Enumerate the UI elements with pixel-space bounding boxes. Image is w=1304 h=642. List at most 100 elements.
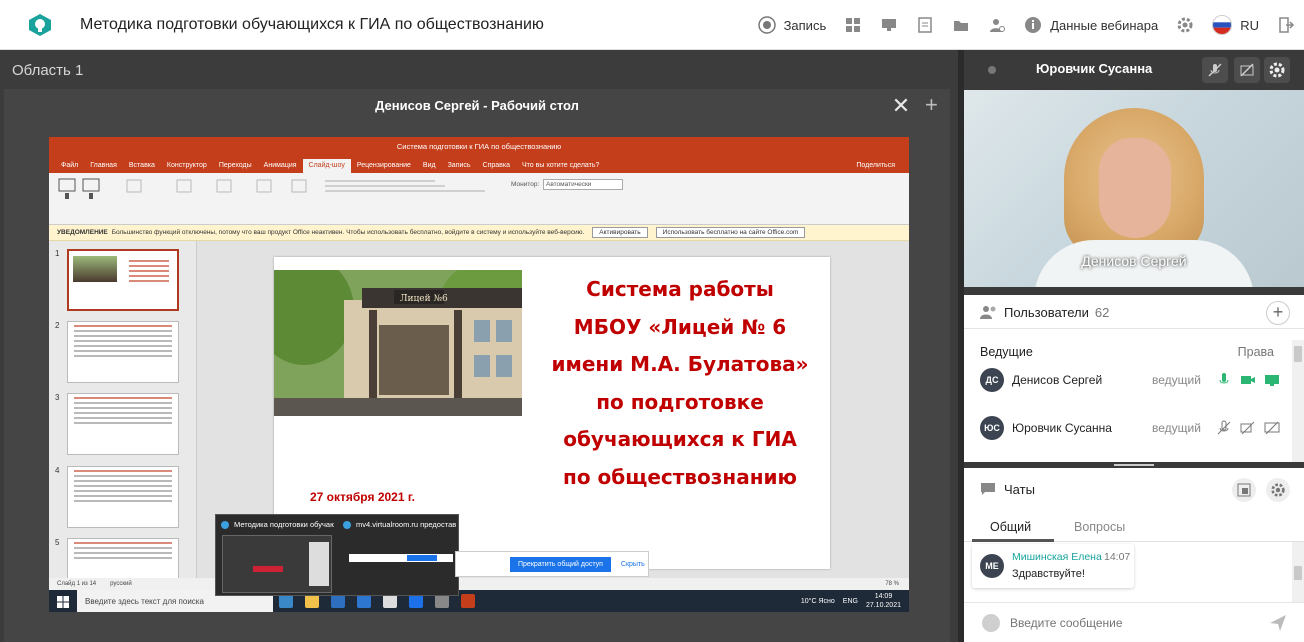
add-user-button[interactable]: + [1266,301,1290,325]
ribbon-group-setup [117,177,317,217]
user-row[interactable]: ДС Денисов Сергей ведущий [980,366,1280,396]
windows-start-icon[interactable] [57,595,69,612]
ppt-tab-animation[interactable]: Анимация [258,159,303,173]
preview-window-right[interactable]: mv4.virtualroom.ru предостав... [338,515,458,597]
preview-thumbnail [222,535,332,593]
users-scrollbar[interactable] [1292,340,1304,462]
slide-thumbnail[interactable] [67,466,179,528]
taskbar-search-text: Введите здесь текст для поиска [85,596,204,606]
chat-settings-button[interactable] [1266,478,1290,502]
monitor-select[interactable]: Автоматически [543,179,623,190]
ppt-share[interactable]: Поделиться [850,159,901,173]
user-settings-button[interactable] [979,0,1015,50]
mic-on-icon[interactable] [1216,372,1232,388]
webinar-data-button[interactable]: Данные вебинара [1015,0,1167,50]
presentation-button[interactable] [907,0,943,50]
preview-window-left[interactable]: Методика подготовки обучаю... [216,515,336,597]
stop-sharing-button[interactable]: Прекратить общий доступ [510,556,611,572]
ppt-tab-review[interactable]: Рецензирование [351,159,417,173]
record-icon [757,16,776,34]
user-role: ведущий [1152,421,1201,435]
slide-thumbnails: 1 2 3 4 5 [49,241,197,600]
gear-icon [1269,62,1285,78]
add-area-icon[interactable]: + [925,92,938,118]
send-icon[interactable] [1268,613,1288,633]
ppt-tab-home[interactable]: Главная [84,159,123,173]
avatar: МЕ [980,554,1004,578]
slide-line: имени М.А. Булатова» [551,352,809,376]
chat-header: Чаты [964,468,1304,512]
record-button[interactable]: Запись [749,0,836,50]
taskbar-preview: Методика подготовки обучаю... mv4.virtua… [215,514,459,596]
russia-flag-icon [1212,15,1233,35]
powerpoint-icon[interactable] [461,594,475,608]
users-label: Пользователи [1004,305,1089,320]
leads-heading: Ведущие [980,345,1033,359]
tray-date: 27.10.2021 [865,602,901,609]
video-settings-button[interactable] [1264,57,1290,83]
slide-thumbnail[interactable] [67,321,179,383]
webinar-title: Методика подготовки обучающихся к ГИА по… [80,15,544,33]
activate-button[interactable]: Активировать [592,227,648,238]
grid-icon [846,18,861,32]
ppt-tab-design[interactable]: Конструктор [161,159,213,173]
camera-off-icon [1240,63,1254,77]
emoji-icon[interactable] [982,614,1000,632]
message-composer [964,602,1304,642]
slide-thumbnail[interactable] [67,393,179,455]
ppt-tab-transitions[interactable]: Переходы [213,159,258,173]
slide-thumbnail[interactable] [67,249,179,311]
screen-share-icon[interactable] [1264,372,1280,388]
screen-share-bar: Прекратить общий доступ Скрыть [455,551,649,577]
slide-line: Система работы [586,277,774,301]
chat-export-button[interactable] [1232,478,1256,502]
files-button[interactable] [943,0,979,50]
zoom-level[interactable]: 78 % [885,581,899,587]
edge-icon [343,521,351,529]
camera-on-icon[interactable] [1240,372,1256,388]
language-button[interactable]: RU [1203,0,1268,50]
message-author[interactable]: Мишинская Елена [1012,551,1102,563]
scrollbar-thumb[interactable] [1294,566,1302,580]
ppt-tab-slideshow[interactable]: Слайд-шоу [302,159,351,173]
message-input[interactable] [1010,613,1250,633]
powerpoint-title: Система подготовки к ГИА по обществознан… [396,141,562,151]
avatar: ЮС [980,416,1004,440]
mic-off-icon[interactable] [1216,420,1232,436]
scrollbar-thumb[interactable] [1294,346,1302,362]
powerpoint-ribbon: Монитор: Автоматически [49,173,909,225]
user-row[interactable]: ЮС Юровчик Сусанна ведущий [980,414,1280,444]
shared-screen: Система подготовки к ГИА по обществознан… [49,137,909,612]
hide-share-bar-link[interactable]: Скрыть [621,561,645,568]
mic-off-button[interactable] [1202,57,1228,83]
tab-general[interactable]: Общий [990,520,1031,534]
ppt-tab-view[interactable]: Вид [417,159,442,173]
tray-language: ENG [842,597,858,605]
warning-text: Большинство функций отключены, потому чт… [111,229,585,236]
chat-message: МЕ Мишинская Елена 14:07 Здравствуйте! [972,544,1134,588]
camera-off-icon[interactable] [1240,420,1256,436]
use-free-button[interactable]: Использовать бесплатно на сайте Office.c… [655,227,806,238]
settings-button[interactable] [1167,0,1203,50]
ppt-tab-help[interactable]: Справка [477,159,516,173]
gear-icon [1271,483,1285,497]
layout-button[interactable] [835,0,871,50]
tab-questions[interactable]: Вопросы [1074,520,1125,534]
chat-scrollbar[interactable] [1292,542,1304,602]
close-window-icon[interactable]: ✕ [890,95,912,118]
user-gear-icon [990,19,1006,32]
ppt-tab-file[interactable]: Файл [55,159,84,173]
windows-taskbar: Введите здесь текст для поиска 10°C Ясно… [49,590,909,612]
ppt-tab-insert[interactable]: Вставка [123,159,161,173]
camera-off-button[interactable] [1234,57,1260,83]
slide-line: по подготовке [596,389,764,414]
rights-heading: Права [1237,345,1274,359]
screen-share-button[interactable] [871,0,907,50]
user-name: Юровчик Сусанна [1012,421,1112,435]
chats-label: Чаты [1004,482,1035,497]
users-count: 62 [1094,305,1110,320]
ppt-tab-record[interactable]: Запись [442,159,477,173]
exit-button[interactable] [1268,0,1304,50]
screen-off-icon[interactable] [1264,420,1280,436]
ppt-help-search[interactable]: Что вы хотите сделать? [516,159,605,173]
